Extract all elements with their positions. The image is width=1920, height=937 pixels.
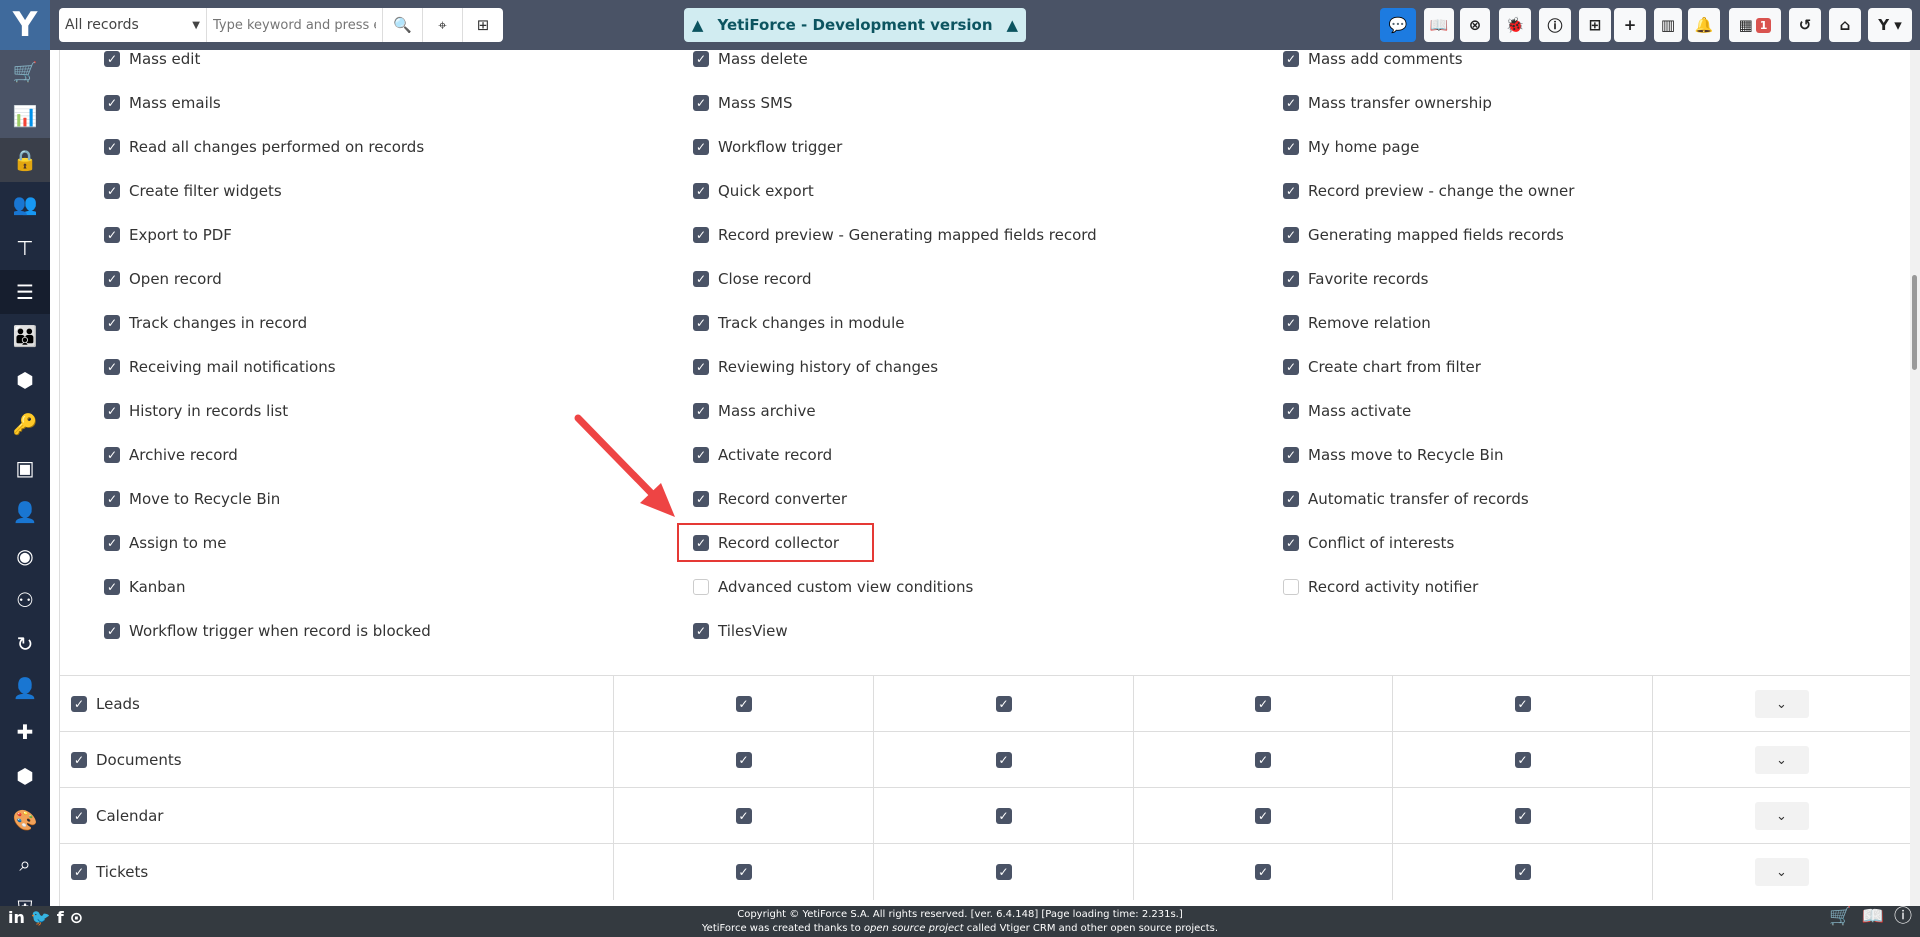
open-source-link[interactable]: open source project [864, 923, 964, 934]
info-icon[interactable]: ⓘ [1894, 908, 1912, 926]
book-icon[interactable]: 📖 [1862, 908, 1884, 926]
footer: in 🐦 f ⊙ Copyright © YetiForce S.A. All rig… [0, 906, 1920, 937]
credits-pre: YetiForce was created thanks to [701, 923, 864, 934]
annotation-arrow [574, 414, 675, 517]
cart-icon[interactable]: 🛒 [1829, 908, 1851, 926]
credits-post: called Vtiger CRM and other open source … [963, 923, 1219, 934]
credits-text: YetiForce was created thanks to open sou… [0, 922, 1920, 936]
linkedin-icon[interactable]: in [8, 910, 25, 926]
scrollbar-thumb[interactable] [1912, 275, 1917, 370]
twitter-icon[interactable]: 🐦 [31, 910, 51, 926]
scrollbar[interactable] [1910, 50, 1920, 906]
copyright-text: Copyright © YetiForce S.A. All rights re… [737, 909, 1183, 920]
social-links: in 🐦 f ⊙ [8, 910, 83, 926]
github-icon[interactable]: ⊙ [70, 910, 83, 926]
facebook-icon[interactable]: f [57, 910, 64, 926]
